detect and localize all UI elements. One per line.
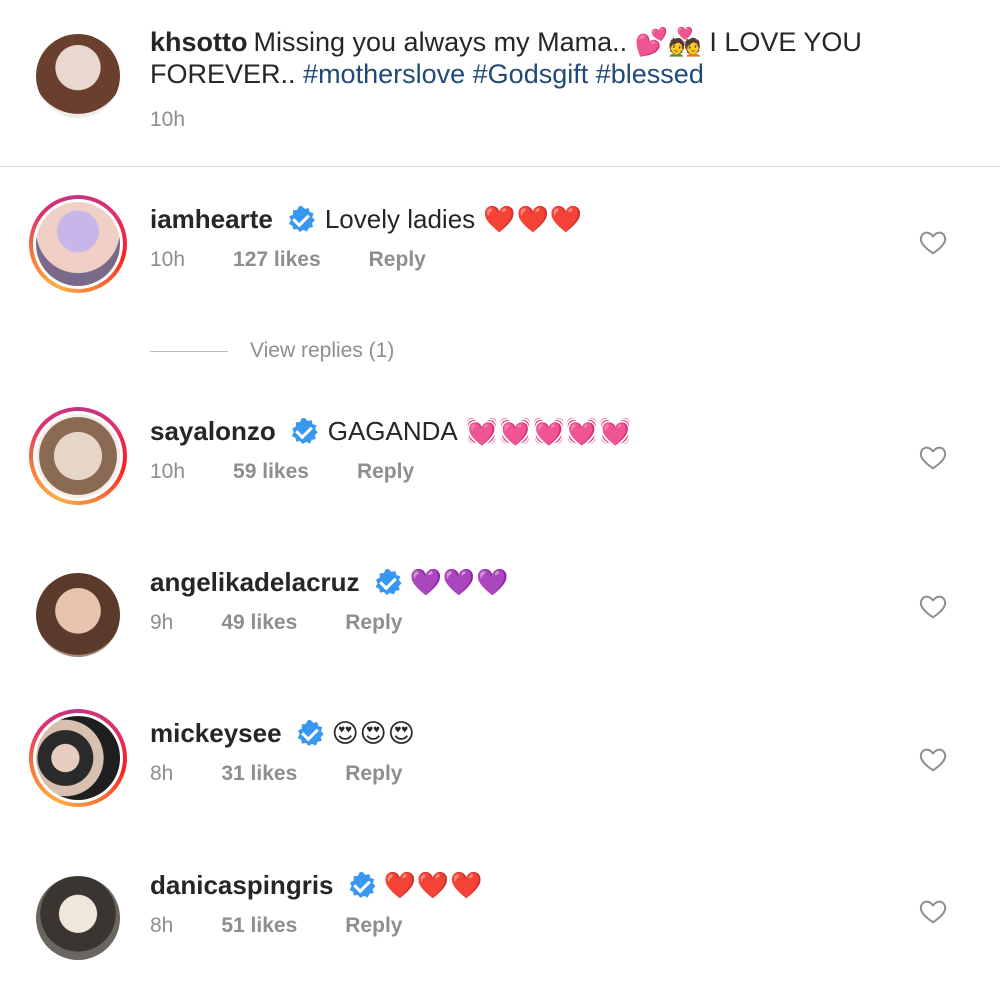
reply-button[interactable]: Reply — [345, 611, 402, 635]
hashtag-link[interactable]: #Godsgift — [473, 59, 589, 89]
heart-outline-icon[interactable] — [918, 591, 948, 621]
comment-time: 10h — [150, 248, 186, 271]
comment-likes[interactable]: 127 likes — [233, 248, 321, 272]
verified-badge-icon — [288, 206, 315, 232]
comment-emoji: 😍😍😍 — [331, 717, 416, 748]
comment-text: Lovely ladies — [324, 203, 476, 234]
post-caption: khsotto Missing you always my Mama.. 💕💑 I… — [0, 0, 1000, 167]
comment-username[interactable]: sayalonzo — [150, 416, 276, 447]
comment-username[interactable]: iamhearte — [150, 204, 273, 235]
comment-username[interactable]: mickeysee — [150, 718, 282, 749]
reply-button[interactable]: Reply — [345, 762, 402, 786]
comment-line: danicaspingris ❤️❤️❤️ — [150, 866, 484, 904]
comment-meta: 10h 59 likes Reply — [150, 460, 414, 484]
comment-username[interactable]: danicaspingris — [150, 870, 334, 901]
comment-time: 9h — [150, 611, 174, 634]
reply-button[interactable]: Reply — [345, 914, 402, 938]
post-timestamp: 10h — [150, 108, 186, 131]
comment-meta: 9h 49 likes Reply — [150, 611, 402, 635]
comment-line: iamhearte Lovely ladies ❤️❤️❤️ — [150, 200, 583, 238]
comment-time: 10h — [150, 460, 186, 483]
comment-meta: 10h 127 likes Reply — [150, 248, 426, 272]
comment-time: 8h — [150, 914, 174, 937]
avatar[interactable] — [36, 573, 120, 657]
avatar[interactable] — [36, 876, 120, 960]
comment-username[interactable]: angelikadelacruz — [150, 567, 360, 598]
comment-meta: 8h 31 likes Reply — [150, 762, 402, 786]
heart-outline-icon[interactable] — [918, 227, 948, 257]
heart-outline-icon[interactable] — [918, 442, 948, 472]
story-ring[interactable] — [29, 407, 127, 505]
heart-outline-icon[interactable] — [918, 896, 948, 926]
comment-emoji: 💜💜💜 — [409, 566, 510, 597]
avatar — [36, 202, 120, 286]
comment-item: danicaspingris ❤️❤️❤️ 8h 51 likes Reply — [0, 866, 1000, 976]
comment-likes[interactable]: 49 likes — [221, 611, 297, 635]
post-caption-text: khsotto Missing you always my Mama.. 💕💑 I… — [150, 26, 910, 90]
hashtag-link[interactable]: #motherslove — [303, 59, 465, 89]
story-ring[interactable] — [29, 195, 127, 293]
comment-likes[interactable]: 51 likes — [221, 914, 297, 938]
story-ring[interactable] — [29, 709, 127, 807]
comment-line: mickeysee 😍😍😍 — [150, 714, 416, 752]
verified-badge-icon — [297, 720, 324, 746]
verified-badge-icon — [375, 569, 402, 595]
divider — [150, 350, 228, 352]
comment-item: angelikadelacruz 💜💜💜 9h 49 likes Reply — [0, 563, 1000, 673]
comment-time: 8h — [150, 762, 174, 785]
reply-button[interactable]: Reply — [357, 460, 414, 484]
avatar — [36, 414, 120, 498]
post-author-username[interactable]: khsotto — [150, 27, 248, 57]
comment-emoji: ❤️❤️❤️ — [483, 203, 584, 234]
comment-emoji: ❤️❤️❤️ — [383, 869, 484, 900]
comment-item: sayalonzo GAGANDA 💓💓💓💓💓 10h 59 likes Rep… — [0, 407, 1000, 522]
view-replies-label: View replies (1) — [250, 339, 395, 362]
comment-item: iamhearte Lovely ladies ❤️❤️❤️ 10h 127 l… — [0, 195, 1000, 310]
comment-item: mickeysee 😍😍😍 8h 31 likes Reply — [0, 709, 1000, 824]
post-author-avatar[interactable] — [36, 34, 120, 118]
verified-badge-icon — [291, 418, 318, 444]
reply-button[interactable]: Reply — [369, 248, 426, 272]
comment-likes[interactable]: 31 likes — [221, 762, 297, 786]
view-replies-button[interactable]: View replies (1) — [150, 336, 394, 366]
hashtag-link[interactable]: #blessed — [596, 59, 704, 89]
comment-line: sayalonzo GAGANDA 💓💓💓💓💓 — [150, 412, 633, 450]
comment-likes[interactable]: 59 likes — [233, 460, 309, 484]
heart-outline-icon[interactable] — [918, 744, 948, 774]
verified-badge-icon — [349, 872, 376, 898]
comment-emoji: 💓💓💓💓💓 — [465, 415, 633, 446]
comment-line: angelikadelacruz 💜💜💜 — [150, 563, 510, 601]
avatar — [36, 716, 120, 800]
comment-meta: 8h 51 likes Reply — [150, 914, 402, 938]
comment-text: GAGANDA — [327, 415, 458, 446]
